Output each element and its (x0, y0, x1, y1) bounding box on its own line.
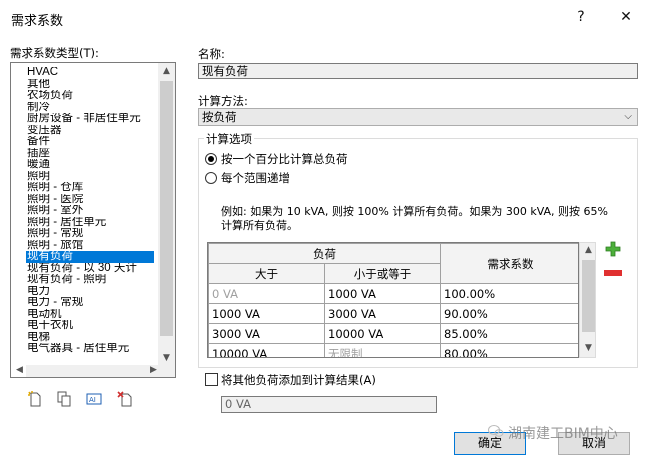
scroll-right-icon[interactable]: ▶ (145, 365, 162, 375)
cell-factor[interactable]: 100.00% (440, 283, 578, 304)
example-text: 例如: 如果为 10 kVA, 则按 100% 计算所有负荷。如果为 300 k… (221, 205, 608, 232)
list-item[interactable]: 照明 (26, 171, 154, 183)
table-row[interactable]: 0 VA 1000 VA 100.00% (208, 283, 578, 304)
grid-scroll-thumb[interactable] (582, 260, 595, 332)
window-title: 需求系数 (11, 14, 64, 29)
rename-type-icon[interactable]: AI (85, 390, 103, 408)
types-label: 需求系数类型(T): (10, 46, 99, 60)
list-item[interactable]: 照明 - 居住单元 (26, 217, 154, 229)
svg-text:AI: AI (89, 396, 96, 404)
calc-options-title: 计算选项 (204, 131, 254, 147)
add-row-icon[interactable] (604, 240, 622, 258)
cell-factor[interactable]: 80.00% (440, 343, 578, 357)
list-item[interactable]: 其他 (26, 79, 154, 91)
list-item[interactable]: 照明 - 仓库 (26, 182, 154, 194)
type-list[interactable]: HVAC 其他 农场负荷 制冷 厨房设备 - 非居住单元 变压器 备件 插座 暖通 照明 照明 - … (10, 62, 176, 378)
remove-row-icon[interactable] (604, 270, 622, 276)
add-other-loads-label: 将其他负荷添加到计算结果(A) (221, 373, 376, 387)
cell-factor[interactable]: 90.00% (440, 303, 578, 324)
title-bar: 需求系数 ? ✕ (0, 0, 650, 34)
list-item[interactable]: 照明 - 医院 (26, 194, 154, 206)
add-other-loads-checkbox[interactable] (205, 373, 218, 386)
list-item[interactable]: 插座 (26, 148, 154, 160)
method-value: 按负荷 (202, 110, 237, 124)
list-item[interactable]: HVAC (26, 67, 154, 79)
list-item[interactable]: 变压器 (26, 125, 154, 137)
grid-scroll-down-icon[interactable]: ▼ (580, 343, 597, 353)
new-type-icon[interactable] (26, 390, 44, 408)
scroll-up-icon[interactable]: ▲ (158, 66, 175, 76)
table-row[interactable]: 3000 VA 10000 VA 85.00% (208, 323, 578, 344)
scroll-thumb[interactable] (160, 81, 173, 336)
type-list-hscrollbar[interactable]: ◀ ▶ (16, 365, 162, 377)
type-list-items: HVAC 其他 农场负荷 制冷 厨房设备 - 非居住单元 变压器 备件 插座 暖通 照明 照明 - … (26, 67, 154, 355)
cell-factor[interactable]: 85.00% (440, 323, 578, 344)
grid-header-gt: 大于 (208, 263, 325, 284)
list-item[interactable]: 现有负荷 - 照明 (26, 274, 154, 286)
cell-gt: 3000 VA (208, 323, 325, 344)
list-item[interactable]: 厨房设备 - 非居住单元 (26, 113, 154, 125)
list-item[interactable]: 电干衣机 (26, 320, 154, 332)
watermark-text: 湖南建工BIM中心 (508, 426, 618, 442)
cell-gt: 0 VA (208, 283, 325, 304)
delete-type-icon[interactable] (116, 390, 134, 408)
grid-header-le: 小于或等于 (324, 263, 441, 284)
table-row[interactable]: 1000 VA 3000 VA 90.00% (208, 303, 578, 324)
list-item[interactable]: 电梯 (26, 332, 154, 344)
list-item[interactable]: 电气器具 - 居住单元 (26, 343, 154, 355)
duplicate-type-icon[interactable] (55, 390, 73, 408)
name-field[interactable]: 现有负荷 (198, 63, 638, 79)
scroll-down-icon[interactable]: ▼ (158, 353, 175, 363)
close-button[interactable]: ✕ (611, 6, 641, 28)
grid-scrollbar[interactable]: ▲ ▼ (579, 242, 596, 358)
list-item[interactable]: 备件 (26, 136, 154, 148)
list-item[interactable]: 农场负荷 (26, 90, 154, 102)
chevron-down-icon: ⌵ (624, 111, 632, 122)
cell-le[interactable]: 1000 VA (324, 283, 441, 304)
wechat-icon (488, 424, 504, 438)
list-item[interactable]: 现有负荷 - 以 30 天计 (26, 263, 154, 275)
type-list-scrollbar[interactable]: ▲ ▼ (158, 63, 175, 377)
list-item[interactable]: 制冷 (26, 102, 154, 114)
grid-scroll-up-icon[interactable]: ▲ (580, 245, 597, 255)
name-label: 名称: (198, 47, 225, 61)
cell-gt: 1000 VA (208, 303, 325, 324)
cell-le[interactable]: 3000 VA (324, 303, 441, 324)
other-load-field[interactable]: 0 VA (221, 396, 437, 413)
cell-le[interactable]: 无限制 (324, 343, 441, 357)
list-item[interactable]: 现有负荷 (26, 251, 154, 263)
radio-total-percent[interactable] (205, 153, 217, 165)
cell-gt: 10000 VA (208, 343, 325, 357)
grid-group-header: 负荷 (208, 243, 441, 264)
factor-grid[interactable]: 负荷 需求系数 大于 小于或等于 0 VA 1000 VA 100.00% 10… (207, 242, 579, 358)
list-item[interactable]: 照明 - 旅馆 (26, 240, 154, 252)
list-item[interactable]: 电力 - 常规 (26, 297, 154, 309)
method-dropdown[interactable]: 按负荷 ⌵ (198, 108, 638, 126)
radio-range-increment-label: 每个范围递增 (221, 171, 290, 185)
radio-range-increment[interactable] (205, 172, 217, 184)
scroll-left-icon[interactable]: ◀ (11, 365, 28, 375)
list-item[interactable]: 照明 - 常规 (26, 228, 154, 240)
list-item[interactable]: 暖通 (26, 159, 154, 171)
method-label: 计算方法: (198, 94, 248, 108)
cell-le[interactable]: 10000 VA (324, 323, 441, 344)
radio-total-percent-label: 按一个百分比计算总负荷 (221, 152, 348, 166)
list-item[interactable]: 电力 (26, 286, 154, 298)
list-item[interactable]: 电动机 (26, 309, 154, 321)
table-row[interactable]: 10000 VA 无限制 80.00% (208, 343, 578, 357)
help-button[interactable]: ? (566, 6, 596, 28)
grid-header-factor: 需求系数 (440, 243, 578, 284)
list-item[interactable]: 照明 - 室外 (26, 205, 154, 217)
